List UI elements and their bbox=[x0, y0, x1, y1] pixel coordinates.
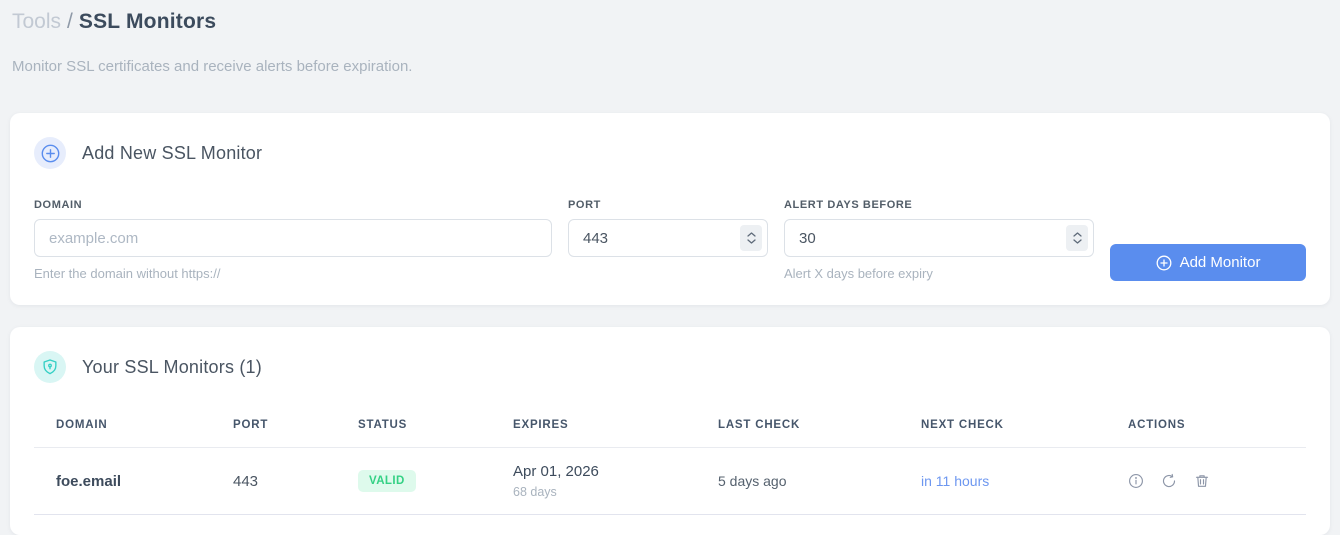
column-header-domain: DOMAIN bbox=[34, 407, 211, 448]
trash-icon bbox=[1195, 475, 1209, 487]
info-button[interactable] bbox=[1128, 473, 1144, 489]
domain-label: DOMAIN bbox=[34, 199, 83, 211]
domain-input[interactable] bbox=[34, 219, 552, 257]
submit-column: Add Monitor bbox=[1110, 199, 1306, 281]
monitor-port: 443 bbox=[211, 447, 336, 515]
add-monitor-button-label: Add Monitor bbox=[1179, 254, 1261, 271]
table-header-row: DOMAIN PORT STATUS EXPIRES LAST CHECK NE… bbox=[34, 407, 1306, 448]
ssl-monitors-page: Tools / SSL Monitors Monitor SSL certifica… bbox=[0, 0, 1340, 535]
expires-days-remaining: 68 days bbox=[513, 485, 557, 499]
domain-helper: Enter the domain without https:// bbox=[34, 266, 221, 281]
circle-plus-icon bbox=[34, 137, 66, 169]
refresh-button[interactable] bbox=[1161, 473, 1177, 489]
add-monitor-card: Add New SSL Monitor DOMAIN Enter the dom… bbox=[10, 113, 1330, 305]
monitor-domain: foe.email bbox=[34, 447, 211, 515]
monitors-table: DOMAIN PORT STATUS EXPIRES LAST CHECK NE… bbox=[34, 407, 1306, 515]
alert-days-field-group: ALERT DAYS BEFORE Alert X days before ex… bbox=[784, 199, 1094, 281]
column-header-port: PORT bbox=[211, 407, 336, 448]
page-subtitle: Monitor SSL certificates and receive ale… bbox=[12, 58, 413, 75]
column-header-expires: EXPIRES bbox=[491, 407, 696, 448]
port-input[interactable] bbox=[568, 219, 768, 257]
add-monitor-form: DOMAIN Enter the domain without https://… bbox=[34, 199, 1306, 281]
monitor-last-check: 5 days ago bbox=[696, 447, 899, 515]
breadcrumb-separator: / bbox=[67, 10, 73, 33]
status-badge: VALID bbox=[358, 470, 416, 492]
monitors-card-title: Your SSL Monitors (1) bbox=[82, 356, 262, 377]
page-title: SSL Monitors bbox=[78, 10, 217, 33]
circle-plus-icon bbox=[1156, 255, 1172, 270]
monitor-expires-cell: Apr 01, 2026 68 days bbox=[491, 447, 696, 515]
breadcrumb-tools-link[interactable]: Tools bbox=[12, 10, 61, 33]
column-header-actions: ACTIONS bbox=[1106, 407, 1306, 448]
chevron-down-icon bbox=[1072, 239, 1082, 244]
add-monitor-button[interactable]: Add Monitor bbox=[1110, 244, 1306, 281]
add-monitor-card-title: Add New SSL Monitor bbox=[82, 142, 263, 163]
shield-lock-icon bbox=[34, 351, 66, 383]
delete-button[interactable] bbox=[1194, 473, 1210, 489]
port-field-group: PORT bbox=[568, 199, 768, 257]
monitor-status-cell: VALID bbox=[336, 447, 491, 515]
monitor-actions-cell bbox=[1106, 447, 1306, 515]
monitor-next-check: in 11 hours bbox=[899, 447, 1106, 515]
add-monitor-card-header: Add New SSL Monitor bbox=[34, 137, 1306, 169]
chevron-down-icon bbox=[746, 239, 756, 244]
column-header-last-check: LAST CHECK bbox=[696, 407, 899, 448]
alert-days-input[interactable] bbox=[784, 219, 1094, 257]
alert-days-helper: Alert X days before expiry bbox=[784, 266, 933, 281]
monitors-card: Your SSL Monitors (1) DOMAIN PORT STATUS… bbox=[10, 327, 1330, 535]
alert-days-stepper[interactable] bbox=[1066, 225, 1088, 251]
table-row: foe.email 443 VALID Apr 01, 2026 68 days… bbox=[34, 447, 1306, 515]
chevron-up-icon bbox=[1072, 232, 1082, 237]
alert-days-label: ALERT DAYS BEFORE bbox=[784, 199, 913, 211]
column-header-next-check: NEXT CHECK bbox=[899, 407, 1106, 448]
breadcrumb: Tools / SSL Monitors bbox=[10, 8, 1330, 36]
domain-field-group: DOMAIN Enter the domain without https:// bbox=[34, 199, 552, 281]
column-header-status: STATUS bbox=[336, 407, 491, 448]
port-label: PORT bbox=[568, 199, 601, 211]
chevron-up-icon bbox=[746, 232, 756, 237]
port-stepper[interactable] bbox=[740, 225, 762, 251]
refresh-icon bbox=[1162, 473, 1176, 488]
info-icon bbox=[1129, 474, 1143, 488]
monitors-card-header: Your SSL Monitors (1) bbox=[34, 351, 1306, 383]
expires-date: Apr 01, 2026 bbox=[513, 463, 599, 480]
